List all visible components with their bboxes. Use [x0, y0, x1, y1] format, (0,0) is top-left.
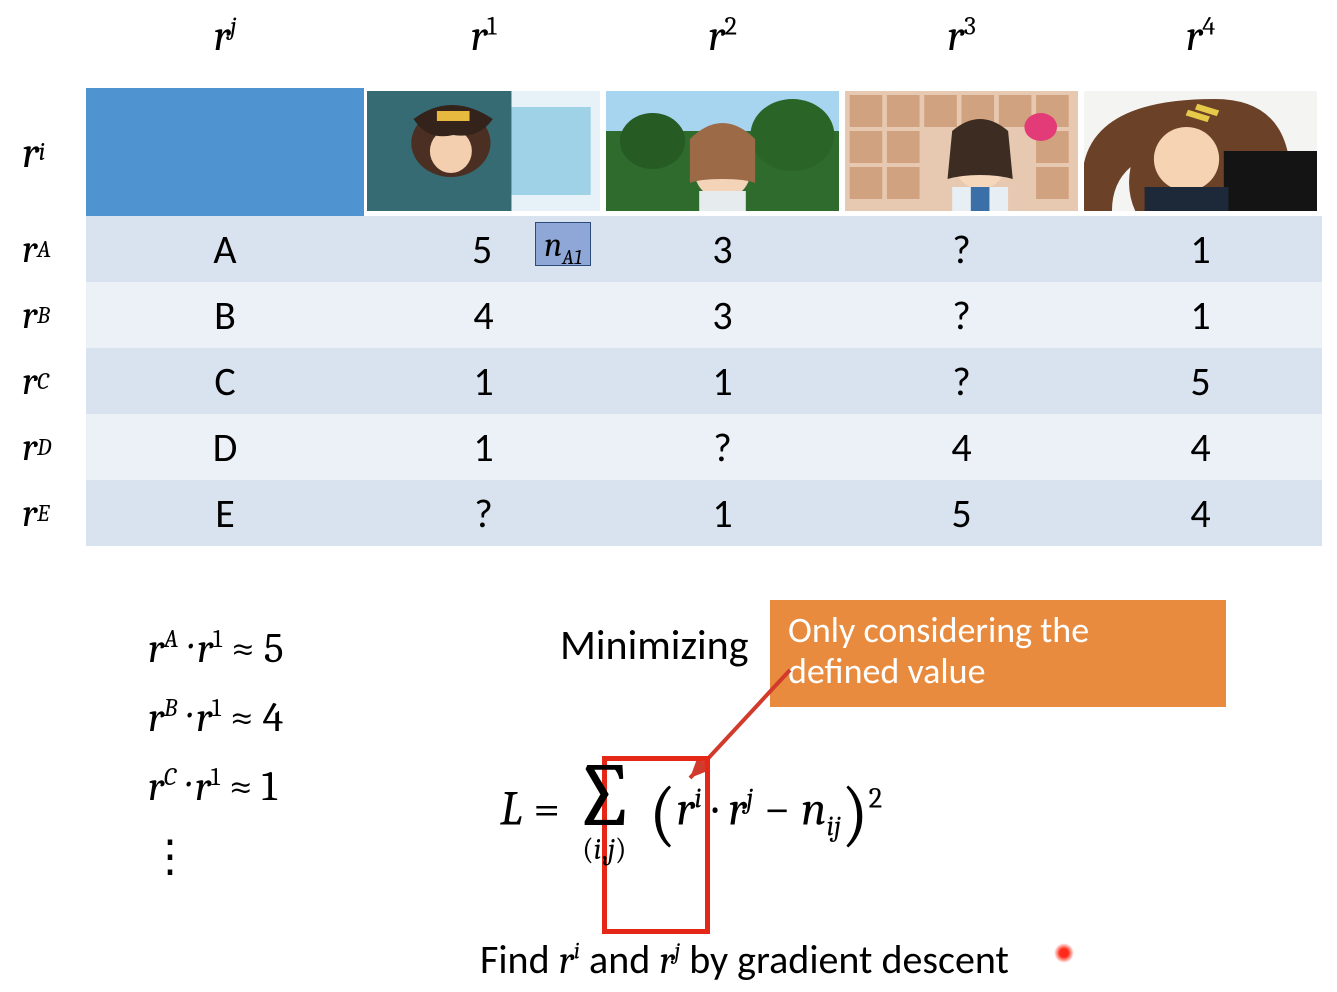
- item-thumb-4: [1081, 88, 1320, 216]
- approx-row: rC · r1 ≈ 1: [148, 754, 284, 819]
- table-row: rB B 4 3 ? 1: [22, 282, 1322, 348]
- user-cell: A: [86, 216, 364, 282]
- row-label: rC: [22, 348, 86, 414]
- value-cell: 1: [603, 348, 842, 414]
- user-cell: C: [86, 348, 364, 414]
- item-thumb-3: [842, 88, 1081, 216]
- callout-box: Only considering the defined value: [770, 600, 1226, 707]
- approx-list: rA · r1 ≈ 5 rB · r1 ≈ 4 rC · r1 ≈ 1 ⋮: [148, 616, 284, 895]
- table-row: rD D 1 ? 4 4: [22, 414, 1322, 480]
- header-ri: ri: [22, 88, 86, 216]
- slide-root: rj r1 r2 r3 r4 ri: [0, 0, 1337, 992]
- thumbnail-row: ri: [22, 88, 1322, 216]
- value-cell: ?: [842, 216, 1081, 282]
- item-thumb-1: [364, 88, 603, 216]
- vertical-dots-icon: ⋮: [148, 823, 284, 891]
- minimizing-label: Minimizing: [560, 620, 749, 671]
- value-cell: 1: [364, 414, 603, 480]
- find-line: Find ri and rj by gradient descent: [480, 935, 1009, 984]
- user-cell: D: [86, 414, 364, 480]
- value-cell: ?: [603, 414, 842, 480]
- value-cell: 1: [1081, 282, 1320, 348]
- value-cell: 5: [842, 480, 1081, 546]
- header-rj: rj: [86, 10, 364, 88]
- value-cell: 1: [603, 480, 842, 546]
- value-cell: 5: [1081, 348, 1320, 414]
- approx-row: rA · r1 ≈ 5: [148, 616, 284, 681]
- value-cell: 3: [603, 282, 842, 348]
- user-cell: E: [86, 480, 364, 546]
- approx-row: rB · r1 ≈ 4: [148, 685, 284, 750]
- value-cell: 3: [603, 216, 842, 282]
- loss-equation: L = ∑ (i,j) (ri · rj − nij)2: [500, 760, 882, 867]
- value-cell: 4: [842, 414, 1081, 480]
- row-label: rE: [22, 480, 86, 546]
- table-row: rA A 5 nA1 3 ? 1: [22, 216, 1322, 282]
- value-cell: 4: [364, 282, 603, 348]
- value-cell-A1: 5 nA1: [364, 216, 603, 282]
- value-cell: ?: [842, 348, 1081, 414]
- value-cell: 1: [364, 348, 603, 414]
- item-thumb-2: [603, 88, 842, 216]
- table-row: rE E ? 1 5 4: [22, 480, 1322, 546]
- ratings-table: rj r1 r2 r3 r4 ri: [22, 10, 1322, 546]
- laser-pointer-icon: [1054, 943, 1074, 963]
- value-cell: 4: [1081, 414, 1320, 480]
- column-header-row: rj r1 r2 r3 r4: [22, 10, 1322, 88]
- row-label: rB: [22, 282, 86, 348]
- header-r2: r2: [603, 10, 842, 88]
- header-r4: r4: [1081, 10, 1320, 88]
- value-cell: ?: [364, 480, 603, 546]
- value-cell: 4: [1081, 480, 1320, 546]
- row-label: rA: [22, 216, 86, 282]
- header-r3: r3: [842, 10, 1081, 88]
- row-label: rD: [22, 414, 86, 480]
- header-r1: r1: [364, 10, 603, 88]
- user-cell: B: [86, 282, 364, 348]
- value-cell: ?: [842, 282, 1081, 348]
- table-row: rC C 1 1 ? 5: [22, 348, 1322, 414]
- value-cell: 1: [1081, 216, 1320, 282]
- corner-blue-cell: [86, 88, 364, 216]
- n-label-box: nA1: [535, 222, 591, 266]
